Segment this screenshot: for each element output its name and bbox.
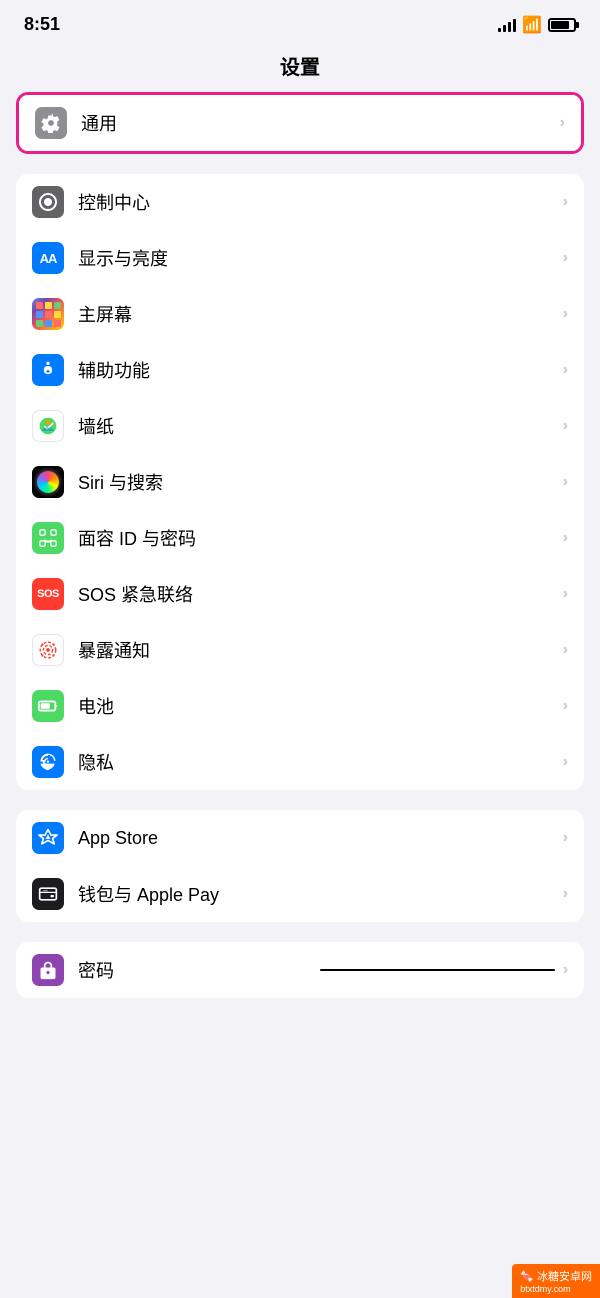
settings-item-display[interactable]: AA 显示与亮度 › [16, 230, 584, 286]
control-center-label: 控制中心 [78, 189, 563, 215]
accessibility-icon [32, 354, 64, 386]
display-label: 显示与亮度 [78, 245, 563, 271]
exposure-svg [37, 639, 59, 661]
status-time: 8:51 [24, 14, 60, 35]
display-chevron: › [563, 249, 568, 267]
settings-group-store: App Store › 钱包与 Apple Pay › [16, 810, 584, 922]
password-chevron: › [563, 961, 568, 979]
wallpaper-label: 墙纸 [78, 413, 563, 439]
settings-group-main: 控制中心 › AA 显示与亮度 › 主屏幕 › [16, 174, 584, 790]
wallet-label: 钱包与 Apple Pay [78, 881, 563, 907]
wallpaper-icon [32, 410, 64, 442]
battery-label: 电池 [78, 693, 563, 719]
signal-icon [498, 18, 516, 32]
control-center-chevron: › [563, 193, 568, 211]
settings-item-appstore[interactable]: App Store › [16, 810, 584, 866]
siri-label: Siri 与搜索 [78, 469, 563, 495]
settings-group-password: 密码 › [16, 942, 584, 998]
faceid-label: 面容 ID 与密码 [78, 525, 563, 551]
gear-svg [41, 113, 61, 133]
appstore-svg [38, 828, 58, 848]
settings-group-general: 通用 › [16, 92, 584, 154]
password-label: 密码 [78, 957, 312, 983]
settings-item-siri[interactable]: Siri 与搜索 › [16, 454, 584, 510]
privacy-label: 隐私 [78, 749, 563, 775]
faceid-icon [32, 522, 64, 554]
sos-chevron: › [563, 585, 568, 603]
status-icons: 📶 [498, 15, 576, 35]
settings-item-accessibility[interactable]: 辅助功能 › [16, 342, 584, 398]
faceid-svg [37, 527, 59, 549]
privacy-chevron: › [563, 753, 568, 771]
homescreen-icon [32, 298, 64, 330]
accessibility-label: 辅助功能 [78, 357, 563, 383]
exposure-label: 暴露通知 [78, 637, 563, 663]
wallpaper-svg [38, 416, 58, 436]
accessibility-chevron: › [563, 361, 568, 379]
exposure-chevron: › [563, 641, 568, 659]
appstore-chevron: › [563, 829, 568, 847]
settings-item-exposure[interactable]: 暴露通知 › [16, 622, 584, 678]
wallpaper-chevron: › [563, 417, 568, 435]
settings-item-privacy[interactable]: 隐私 › [16, 734, 584, 790]
password-icon [32, 954, 64, 986]
appstore-label: App Store [78, 828, 563, 849]
privacy-icon [32, 746, 64, 778]
status-bar: 8:51 📶 [0, 0, 600, 43]
settings-item-wallet[interactable]: 钱包与 Apple Pay › [16, 866, 584, 922]
settings-item-wallpaper[interactable]: 墙纸 › [16, 398, 584, 454]
faceid-chevron: › [563, 529, 568, 547]
watermark: 🍬 冰糖安卓网 btxtdmy.com [512, 1264, 600, 1298]
general-chevron: › [560, 114, 565, 132]
wifi-icon: 📶 [522, 15, 542, 35]
homescreen-chevron: › [563, 305, 568, 323]
battery-icon [548, 18, 576, 32]
page-title: 设置 [0, 43, 600, 92]
general-label: 通用 [81, 110, 560, 136]
wallet-svg [38, 884, 58, 904]
battery-chevron: › [563, 697, 568, 715]
settings-item-sos[interactable]: SOS SOS 紧急联络 › [16, 566, 584, 622]
settings-item-password[interactable]: 密码 › [16, 942, 584, 998]
battery-icon [32, 690, 64, 722]
settings-item-homescreen[interactable]: 主屏幕 › [16, 286, 584, 342]
settings-item-control-center[interactable]: 控制中心 › [16, 174, 584, 230]
control-center-icon [32, 186, 64, 218]
settings-item-battery[interactable]: 电池 › [16, 678, 584, 734]
password-svg [38, 960, 58, 980]
wallet-chevron: › [563, 885, 568, 903]
exposure-icon [32, 634, 64, 666]
sos-label: SOS 紧急联络 [78, 581, 563, 607]
accessibility-svg [38, 360, 58, 380]
sos-icon: SOS [32, 578, 64, 610]
battery-svg [37, 695, 59, 717]
siri-chevron: › [563, 473, 568, 491]
homescreen-label: 主屏幕 [78, 301, 563, 327]
password-underline [320, 969, 554, 971]
privacy-svg [38, 752, 58, 772]
appstore-icon [32, 822, 64, 854]
display-icon: AA [32, 242, 64, 274]
siri-icon [32, 466, 64, 498]
settings-item-general[interactable]: 通用 › [19, 95, 581, 151]
wallet-icon [32, 878, 64, 910]
general-icon [35, 107, 67, 139]
settings-item-faceid[interactable]: 面容 ID 与密码 › [16, 510, 584, 566]
